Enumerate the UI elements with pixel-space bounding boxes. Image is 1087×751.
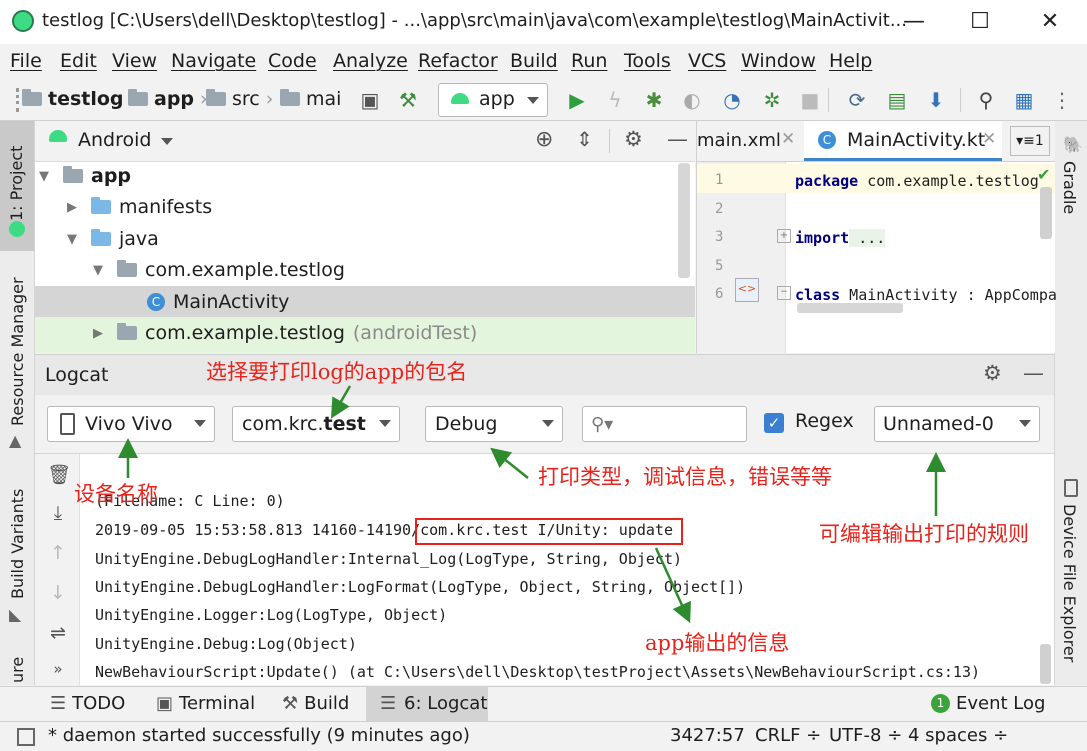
- arrow-to-level: [490, 447, 529, 479]
- file-encoding[interactable]: UTF-8 ÷: [829, 725, 902, 746]
- event-count-badge: 1: [931, 694, 950, 713]
- tab-build[interactable]: ⚒ Build: [282, 693, 349, 714]
- status-message: * daemon started successfully (9 minutes…: [48, 725, 470, 746]
- annotation-arrows: [118, 385, 946, 624]
- arrow-to-package: [330, 385, 352, 419]
- logcat-icon: ☰: [380, 693, 397, 714]
- hammer-icon: ⚒: [282, 693, 299, 714]
- event-log-button[interactable]: 1 Event Log: [931, 693, 1045, 714]
- caret-position[interactable]: 3427:57: [670, 725, 745, 746]
- bottom-tool-bar: ☰ TODO ▣ Terminal ⚒ Build ☰ 6: Logcat 1 Eve…: [0, 686, 1087, 721]
- indent-setting[interactable]: 4 spaces ÷: [908, 725, 1008, 746]
- tab-todo[interactable]: ☰ TODO: [50, 693, 125, 714]
- status-bar: * daemon started successfully (9 minutes…: [0, 721, 1087, 751]
- terminal-icon: ▣: [156, 693, 174, 714]
- tab-logcat[interactable]: ☰ 6: Logcat: [366, 687, 488, 721]
- arrow-to-output: [654, 547, 691, 624]
- tab-terminal[interactable]: ▣ Terminal: [156, 693, 255, 714]
- list-icon: ☰: [50, 693, 67, 714]
- line-separator[interactable]: CRLF ÷: [755, 725, 821, 746]
- toggle-tool-windows-icon[interactable]: [17, 728, 35, 746]
